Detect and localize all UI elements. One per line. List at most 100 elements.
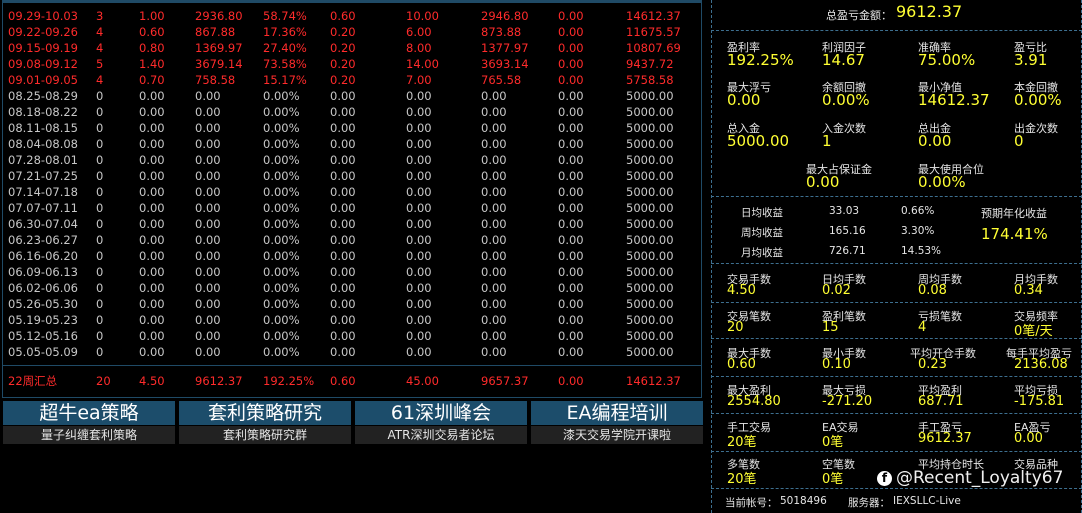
- daily-return-pct: 0.66%: [901, 205, 935, 217]
- cell-c9: 0.00: [558, 217, 584, 231]
- cell-c9: 0.00: [558, 137, 584, 151]
- long-trades-value: 20笔: [727, 472, 757, 487]
- cell-lots: 0.00: [139, 169, 165, 183]
- cell-c8: 0.00: [481, 217, 507, 231]
- cell-pct: 0.00%: [263, 153, 300, 167]
- cell-c7: 7.00: [406, 73, 432, 87]
- table-divider: [2, 365, 702, 366]
- cell-c7: 0.00: [406, 233, 432, 247]
- arbitrage-research-button[interactable]: 套利策略研究: [179, 401, 351, 425]
- cell-c8: 0.00: [481, 121, 507, 135]
- pl-ratio-value: 3.91: [1014, 51, 1048, 69]
- max-float-loss-value: 0.00: [727, 91, 761, 109]
- stats-divider: [711, 263, 1082, 264]
- cell-profit: 0.00: [195, 201, 221, 215]
- cell-pct: 0.00%: [263, 121, 300, 135]
- ea-strategy-subtitle[interactable]: 量子纠缠套利策略: [3, 426, 175, 444]
- weekly-table-panel: 09.29-10.03 3 1.00 2936.80 58.74% 0.60 10.00 29…: [0, 0, 704, 513]
- shenzhen-summit-button[interactable]: 61深圳峰会: [355, 401, 527, 425]
- trade-freq-value: 0笔/天: [1014, 324, 1053, 339]
- cell-pf: 0.00: [330, 281, 356, 295]
- cell-balance: 5000.00: [626, 297, 674, 311]
- ea-strategy-button[interactable]: 超牛ea策略: [3, 401, 175, 425]
- trades-value: 20: [727, 320, 744, 335]
- summary-balance: 14612.37: [626, 374, 681, 388]
- summary-c7: 45.00: [406, 374, 439, 388]
- cell-period: 09.22-09.26: [8, 25, 78, 39]
- cell-c7: 0.00: [406, 153, 432, 167]
- ea-training-subtitle[interactable]: 漆天交易学院开课啦: [531, 426, 703, 444]
- cell-period: 06.09-06.13: [8, 265, 78, 279]
- cell-pf: 0.00: [330, 89, 356, 103]
- cell-pct: 0.00%: [263, 329, 300, 343]
- cell-profit: 0.00: [195, 153, 221, 167]
- cell-count: 0: [96, 329, 104, 343]
- cell-pf: 0.20: [330, 73, 356, 87]
- cell-profit: 758.58: [195, 73, 236, 87]
- cell-pf: 0.60: [330, 9, 356, 23]
- cell-c9: 0.00: [558, 249, 584, 263]
- cell-c9: 0.00: [558, 281, 584, 295]
- cell-balance: 5000.00: [626, 265, 674, 279]
- cell-lots: 0.80: [139, 41, 165, 55]
- cell-count: 4: [96, 25, 104, 39]
- cell-lots: 0.70: [139, 73, 165, 87]
- server-label: 服务器：: [848, 497, 890, 509]
- cell-profit: 3679.14: [195, 57, 243, 71]
- cell-c7: 0.00: [406, 121, 432, 135]
- cell-profit: 867.88: [195, 25, 236, 39]
- cell-pct: 0.00%: [263, 169, 300, 183]
- cell-c9: 0.00: [558, 73, 584, 87]
- cell-pct: 17.36%: [263, 25, 307, 39]
- cell-profit: 0.00: [195, 169, 221, 183]
- monthly-return-value: 726.71: [829, 245, 866, 257]
- cell-count: 0: [96, 233, 104, 247]
- cell-count: 0: [96, 121, 104, 135]
- max-loss-value: -271.20: [822, 394, 873, 409]
- ea-pl-value: 0.00: [1014, 431, 1043, 446]
- shenzhen-summit-subtitle[interactable]: ATR深圳交易者论坛: [355, 426, 527, 444]
- manual-pl-value: 9612.37: [918, 431, 972, 446]
- cell-pct: 0.00%: [263, 233, 300, 247]
- cell-pf: 0.00: [330, 185, 356, 199]
- cell-lots: 0.00: [139, 201, 165, 215]
- server-value: IEXSLLC-Live: [893, 495, 961, 507]
- cell-pf: 0.20: [330, 57, 356, 71]
- stats-divider: [711, 413, 1082, 414]
- cell-pct: 0.00%: [263, 217, 300, 231]
- cell-period: 06.30-07.04: [8, 217, 78, 231]
- cell-c7: 0.00: [406, 281, 432, 295]
- cell-count: 0: [96, 153, 104, 167]
- cell-profit: 0.00: [195, 185, 221, 199]
- principal-dd-value: 0.00%: [1014, 91, 1062, 109]
- cell-c7: 0.00: [406, 297, 432, 311]
- balance-dd-value: 0.00%: [822, 91, 870, 109]
- cell-lots: 0.00: [139, 233, 165, 247]
- arbitrage-research-subtitle[interactable]: 套利策略研究群: [179, 426, 351, 444]
- profit-factor-value: 14.67: [822, 51, 865, 69]
- cell-profit: 0.00: [195, 329, 221, 343]
- cell-pct: 0.00%: [263, 89, 300, 103]
- cell-profit: 0.00: [195, 233, 221, 247]
- max-lot-value: 0.60: [727, 357, 756, 372]
- daily-return-value: 33.03: [829, 205, 860, 217]
- cell-c9: 0.00: [558, 89, 584, 103]
- cell-pct: 0.00%: [263, 281, 300, 295]
- cell-c9: 0.00: [558, 345, 584, 359]
- cell-pf: 0.00: [330, 137, 356, 151]
- ea-training-button[interactable]: EA编程培训: [531, 401, 703, 425]
- cell-pct: 27.40%: [263, 41, 307, 55]
- cell-period: 05.26-05.30: [8, 297, 78, 311]
- cell-lots: 0.00: [139, 105, 165, 119]
- cell-pf: 0.00: [330, 201, 356, 215]
- weekly-return-label: 周均收益: [741, 227, 783, 239]
- cell-profit: 0.00: [195, 313, 221, 327]
- cell-period: 07.07-07.11: [8, 201, 78, 215]
- cell-pct: 0.00%: [263, 313, 300, 327]
- watermark: f @Recent_Loyalty67: [877, 468, 1063, 488]
- stats-divider: [711, 196, 1082, 197]
- cell-c8: 2946.80: [481, 9, 529, 23]
- cell-c9: 0.00: [558, 185, 584, 199]
- account-value: 5018496: [780, 495, 827, 507]
- stats-divider: [711, 302, 1082, 303]
